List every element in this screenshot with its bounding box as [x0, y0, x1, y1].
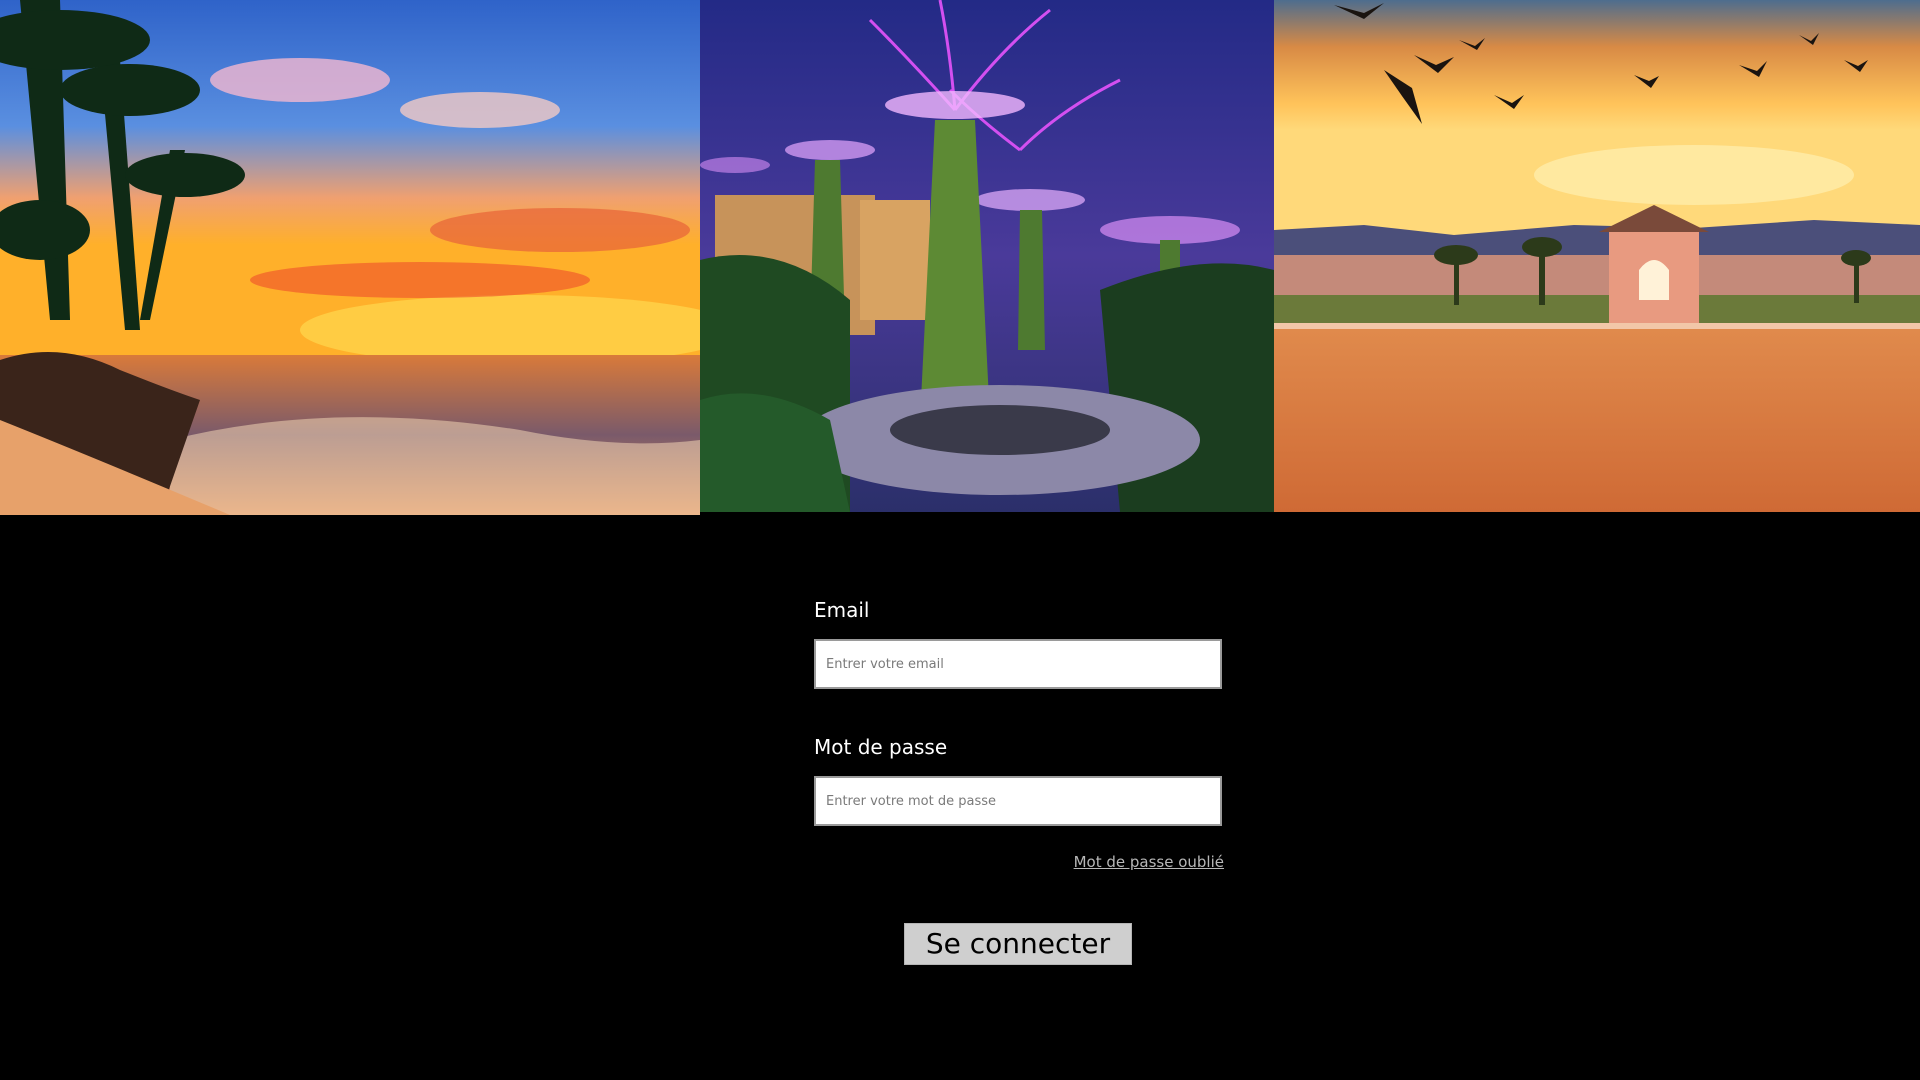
password-input[interactable] [814, 776, 1222, 826]
supertree-garden-photo [700, 0, 1274, 512]
login-page: Email Mot de passe Mot de passe oublié S… [0, 0, 1920, 1080]
email-input[interactable] [814, 639, 1222, 689]
pavilion-sunset-photo [1274, 0, 1920, 512]
forgot-password-link[interactable]: Mot de passe oublié [1074, 853, 1224, 871]
login-button[interactable]: Se connecter [904, 923, 1132, 965]
beach-sunset-photo [0, 0, 700, 515]
email-label: Email [814, 598, 870, 622]
destination-photo-strip [0, 0, 1920, 515]
password-label: Mot de passe [814, 735, 948, 759]
